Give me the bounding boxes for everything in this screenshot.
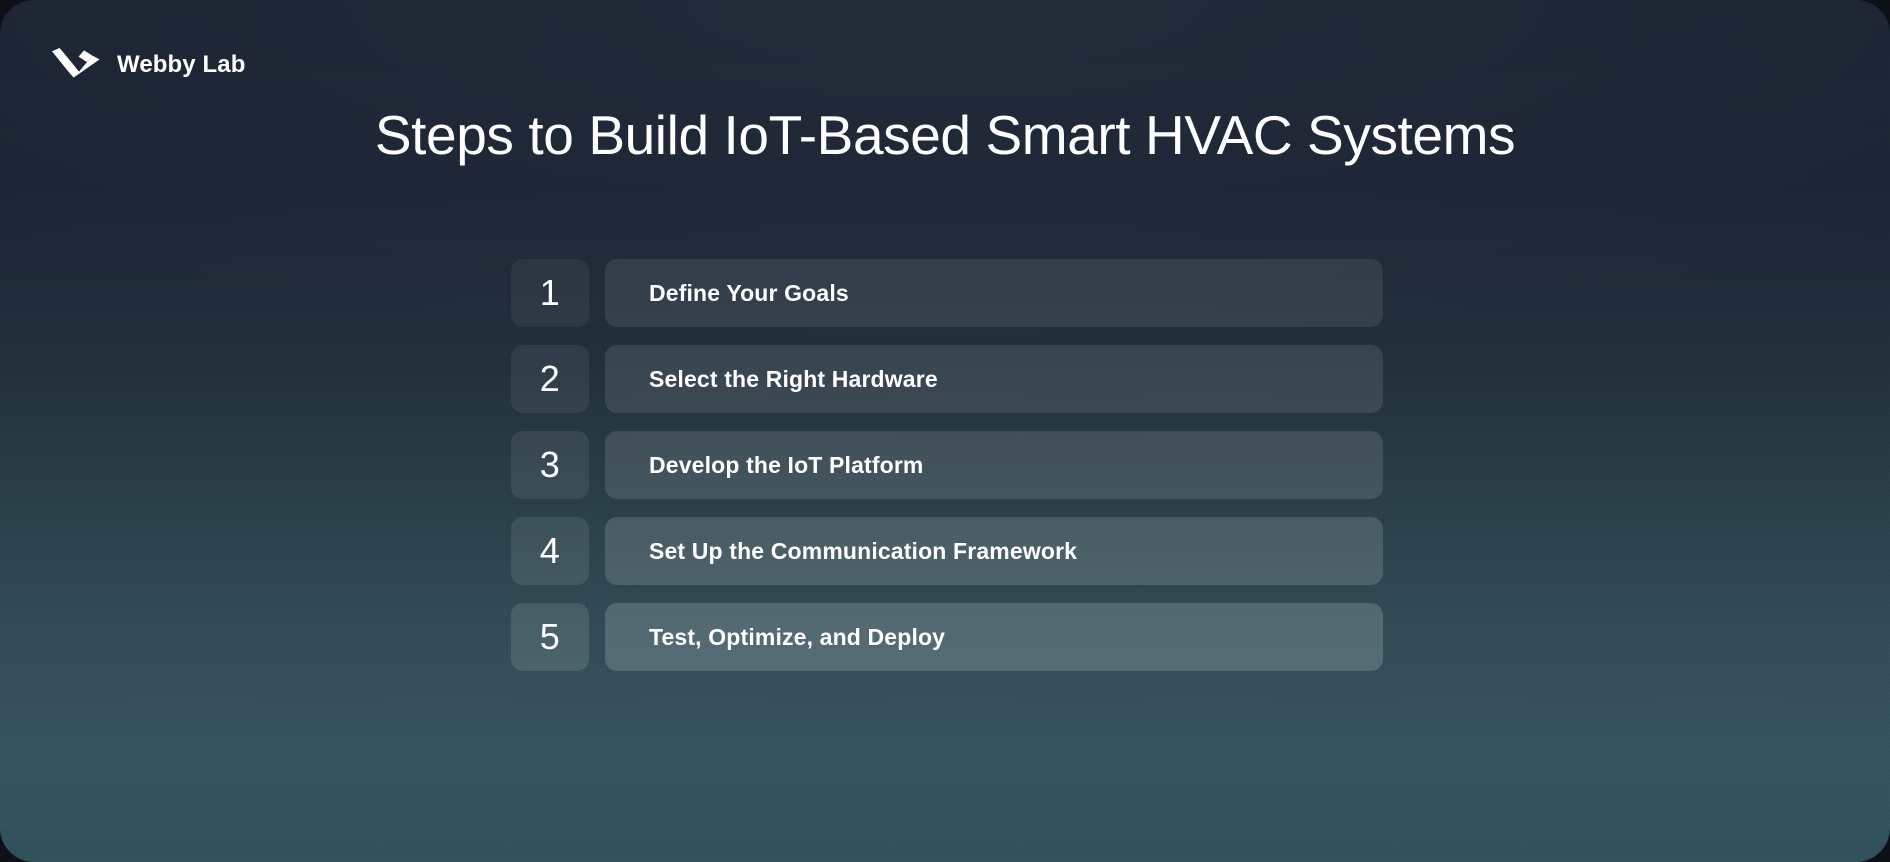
steps-list: 1 Define Your Goals 2 Select the Right Hard… [511, 259, 1383, 671]
step-row: 1 Define Your Goals [511, 259, 1383, 327]
brand-logo[interactable]: Webby Lab [52, 42, 245, 88]
step-row: 3 Develop the IoT Platform [511, 431, 1383, 499]
step-number-chip: 1 [511, 259, 589, 327]
page-title: Steps to Build IoT-Based Smart HVAC Syst… [374, 104, 1516, 166]
step-label-pill: Select the Right Hardware [605, 345, 1383, 413]
step-label-pill: Develop the IoT Platform [605, 431, 1383, 499]
step-label-pill: Define Your Goals [605, 259, 1383, 327]
step-number-chip: 2 [511, 345, 589, 413]
step-row: 2 Select the Right Hardware [511, 345, 1383, 413]
step-label-pill: Test, Optimize, and Deploy [605, 603, 1383, 671]
step-row: 5 Test, Optimize, and Deploy [511, 603, 1383, 671]
infographic-card: Webby Lab Steps to Build IoT-Based Smart… [0, 0, 1890, 862]
step-number-chip: 3 [511, 431, 589, 499]
step-number-chip: 4 [511, 517, 589, 585]
step-label-pill: Set Up the Communication Framework [605, 517, 1383, 585]
step-number-chip: 5 [511, 603, 589, 671]
brand-name: Webby Lab [117, 51, 246, 78]
step-row: 4 Set Up the Communication Framework [511, 517, 1383, 585]
webbylab-chevron-logo-icon [52, 48, 104, 82]
